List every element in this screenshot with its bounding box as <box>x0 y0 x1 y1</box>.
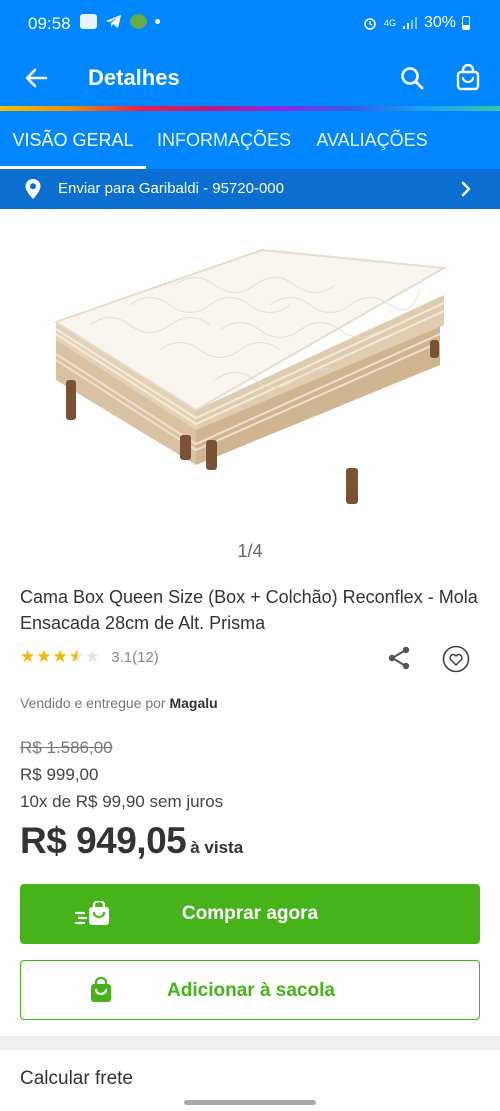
rating-value: 3.1(12) <box>111 648 159 666</box>
section-divider <box>0 1036 500 1050</box>
old-price: R$ 1.586,00 <box>20 738 113 757</box>
app-badge-icon <box>130 14 147 29</box>
cash-price-value: R$ 949,05 <box>20 820 187 861</box>
home-indicator[interactable] <box>184 1100 316 1105</box>
empty-star-icon: ★ <box>85 647 102 666</box>
star-icon: ★ <box>52 647 69 666</box>
cash-price: R$ 949,05 à vista <box>20 820 243 862</box>
calculate-shipping-heading[interactable]: Calcular frete <box>20 1068 133 1090</box>
shipping-address-bar[interactable]: Enviar para Garibaldi - 95720-000 <box>0 169 500 209</box>
seller-name[interactable]: Magalu <box>169 695 217 711</box>
app-bar: Detalhes <box>0 50 500 106</box>
buy-now-button[interactable]: Comprar agora <box>20 884 480 944</box>
status-time: 09:58 <box>28 14 71 33</box>
half-star-icon: ★ <box>68 647 85 666</box>
image-counter: 1/4 <box>237 541 263 561</box>
cash-price-suffix: à vista <box>190 838 244 857</box>
favorite-heart-icon[interactable] <box>442 645 470 673</box>
tab-overview[interactable]: VISÃO GERAL <box>0 111 146 169</box>
rating-stars: ★★★★★ <box>20 647 101 667</box>
star-icon: ★ <box>20 647 37 666</box>
alarm-icon <box>364 18 376 30</box>
search-icon[interactable] <box>398 64 426 92</box>
star-icon: ★ <box>36 647 53 666</box>
shopping-bag-icon[interactable] <box>454 64 482 92</box>
notification-icons <box>80 14 160 29</box>
tab-reviews[interactable]: AVALIAÇÕES <box>302 111 442 169</box>
more-notifications-dot <box>155 19 160 24</box>
location-pin-icon <box>25 179 41 199</box>
telegram-icon <box>106 15 121 28</box>
list-price: R$ 999,00 <box>20 765 99 784</box>
app-notification-icon <box>80 14 97 29</box>
shipping-address-text: Enviar para Garibaldi - 95720-000 <box>58 180 284 197</box>
add-to-bag-button[interactable]: Adicionar à sacola <box>20 960 480 1020</box>
battery-icon <box>462 16 470 30</box>
product-title: Cama Box Queen Size (Box + Colchão) Reco… <box>20 587 478 633</box>
buy-now-label: Comprar agora <box>181 903 319 924</box>
page-title: Detalhes <box>88 65 180 90</box>
tab-information[interactable]: INFORMAÇÕES <box>146 111 302 169</box>
network-type: 4G <box>383 17 396 28</box>
installments-info: 10x de R$ 99,90 sem juros <box>20 792 224 811</box>
system-status: 4G 30% <box>362 14 470 32</box>
product-image[interactable] <box>0 230 500 530</box>
seller-info: Vendido e entregue por Magalu <box>20 695 218 711</box>
chevron-right-icon <box>461 181 471 197</box>
battery-percent: 30% <box>423 14 456 31</box>
tab-bar: VISÃO GERAL INFORMAÇÕES AVALIAÇÕES <box>0 111 500 169</box>
status-bar: 09:58 4G 30% <box>0 0 500 50</box>
add-to-bag-label: Adicionar à sacola <box>167 980 335 1001</box>
back-arrow-icon[interactable] <box>22 64 50 92</box>
seller-prefix: Vendido e entregue por <box>20 695 166 711</box>
signal-icon <box>402 17 417 29</box>
product-rating[interactable]: ★★★★★ 3.1(12) <box>20 647 159 667</box>
share-icon[interactable] <box>386 645 412 671</box>
